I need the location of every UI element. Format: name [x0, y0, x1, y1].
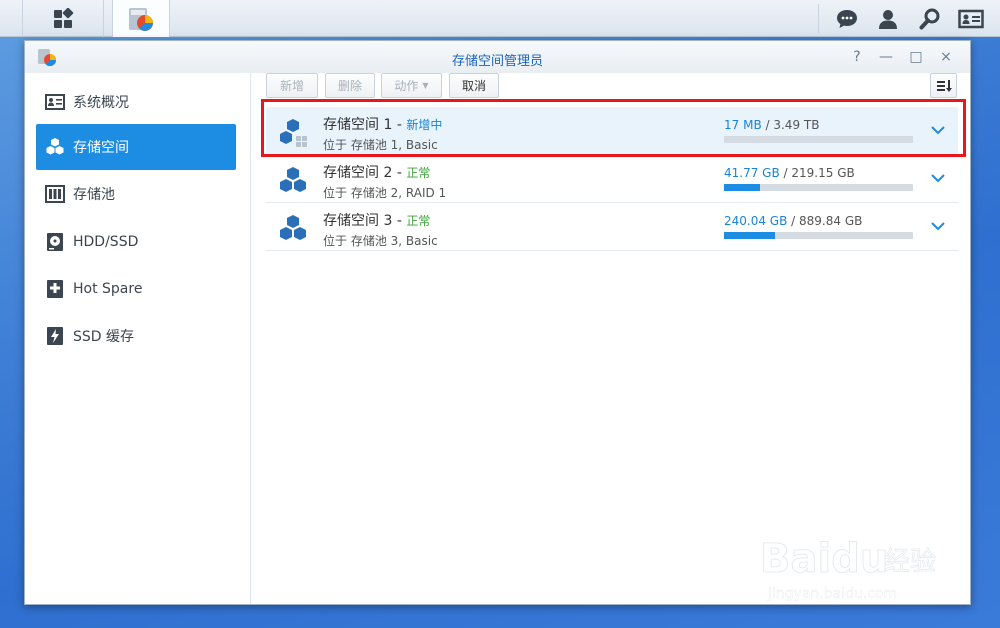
- baidu-jingyan-watermark: Baidu 经验 jingyan.baidu.com: [760, 520, 960, 610]
- sidebar-item-label: HDD/SSD: [73, 234, 139, 250]
- taskbar-separator: [818, 4, 819, 33]
- sidebar-item-label: Hot Spare: [73, 281, 143, 297]
- watermark-url: jingyan.baidu.com: [767, 586, 897, 602]
- main-menu-button[interactable]: [22, 0, 104, 37]
- sidebar-item-label: 存储池: [73, 187, 115, 203]
- volume-title: 存储空间 2: [323, 165, 393, 181]
- widgets-button[interactable]: [956, 4, 986, 34]
- help-button[interactable]: ?: [849, 49, 865, 65]
- volume-location: 位于 存储池 3, Basic: [323, 234, 438, 248]
- sidebar: 系统概况 存储空间 存储池 HDD/SSD Hot Spare SSD 缓存: [25, 73, 251, 604]
- watermark-brand: Baidu: [760, 536, 888, 582]
- volume-location: 位于 存储池 2, RAID 1: [323, 186, 447, 200]
- sidebar-item-volume[interactable]: 存储空间: [36, 124, 236, 170]
- volume-status: 正常: [406, 214, 431, 228]
- red-highlight-annotation: [261, 99, 966, 157]
- expand-button[interactable]: [929, 217, 947, 235]
- taskbar-storage-manager-app[interactable]: [112, 0, 170, 37]
- volume-used: 240.04 GB: [724, 214, 788, 228]
- create-button[interactable]: 新增: [266, 73, 318, 98]
- minimize-button[interactable]: —: [878, 49, 894, 65]
- id-card-icon: [958, 9, 984, 29]
- volume-status: 正常: [406, 166, 431, 180]
- volume-usage-bar-fill: [724, 232, 776, 239]
- volume-usage-bar: [724, 184, 913, 191]
- notifications-button[interactable]: [832, 4, 862, 34]
- sidebar-item-label: 存储空间: [73, 140, 129, 156]
- chat-bubble-icon: [837, 10, 857, 28]
- remove-button[interactable]: 删除: [325, 73, 375, 98]
- action-label: 动作: [394, 79, 419, 93]
- chevron-down-icon: [931, 222, 945, 231]
- window-title: 存储空间管理员: [451, 54, 543, 69]
- sidebar-item-storage-pool[interactable]: 存储池: [36, 171, 236, 217]
- main-menu-icon: [54, 7, 74, 28]
- volume-title: 存储空间 3: [323, 213, 393, 229]
- volume-name: 存储空间 3 - 正常: [323, 213, 431, 229]
- hdd-icon: [45, 232, 65, 252]
- volume-usage: 240.04 GB / 889.84 GB: [724, 214, 863, 228]
- hot-spare-icon: [45, 279, 65, 299]
- expand-button[interactable]: [929, 169, 947, 187]
- ssd-cache-icon: [45, 326, 65, 346]
- watermark-sub: 经验: [884, 547, 936, 577]
- sort-icon: [936, 79, 952, 92]
- sidebar-item-overview[interactable]: 系统概况: [36, 79, 236, 125]
- volume-row-3[interactable]: 存储空间 3 - 正常 位于 存储池 3, Basic 240.04 GB / …: [266, 203, 958, 251]
- volume-used: 41.77 GB: [724, 166, 780, 180]
- volume-usage-bar-fill: [724, 184, 760, 191]
- sidebar-item-label: 系统概况: [73, 95, 129, 111]
- cancel-button[interactable]: 取消: [449, 73, 499, 98]
- close-button[interactable]: ×: [938, 49, 954, 65]
- sort-button[interactable]: [930, 73, 957, 98]
- caret-down-icon: ▼: [422, 81, 429, 90]
- volume-name: 存储空间 2 - 正常: [323, 165, 431, 181]
- sidebar-item-ssd-cache[interactable]: SSD 缓存: [36, 313, 236, 359]
- storage-pool-icon: [45, 184, 65, 204]
- volume-row-2[interactable]: 存储空间 2 - 正常 位于 存储池 2, RAID 1 41.77 GB / …: [266, 155, 958, 203]
- storage-manager-app-icon: [129, 7, 153, 31]
- sidebar-item-label: SSD 缓存: [73, 329, 135, 345]
- search-icon: [919, 8, 940, 30]
- volume-total: 889.84 GB: [799, 214, 863, 228]
- volume-cubes-icon: [45, 137, 65, 157]
- sidebar-item-hdd-ssd[interactable]: HDD/SSD: [36, 219, 236, 265]
- action-dropdown-button[interactable]: 动作 ▼: [381, 73, 442, 98]
- volume-cubes-icon: [277, 213, 309, 245]
- maximize-button[interactable]: □: [908, 49, 924, 65]
- chevron-down-icon: [931, 174, 945, 183]
- taskbar: [0, 0, 1000, 37]
- window-titlebar[interactable]: 存储空间管理员 ? — □ ×: [25, 41, 970, 73]
- user-icon: [879, 10, 897, 29]
- volume-usage-bar: [724, 232, 913, 239]
- volume-cubes-icon: [277, 165, 309, 197]
- sidebar-item-hot-spare[interactable]: Hot Spare: [36, 266, 236, 312]
- volume-usage: 41.77 GB / 219.15 GB: [724, 166, 855, 180]
- search-button[interactable]: [915, 4, 945, 34]
- user-options-button[interactable]: [873, 4, 903, 34]
- volume-total: 219.15 GB: [791, 166, 855, 180]
- overview-icon: [45, 92, 65, 112]
